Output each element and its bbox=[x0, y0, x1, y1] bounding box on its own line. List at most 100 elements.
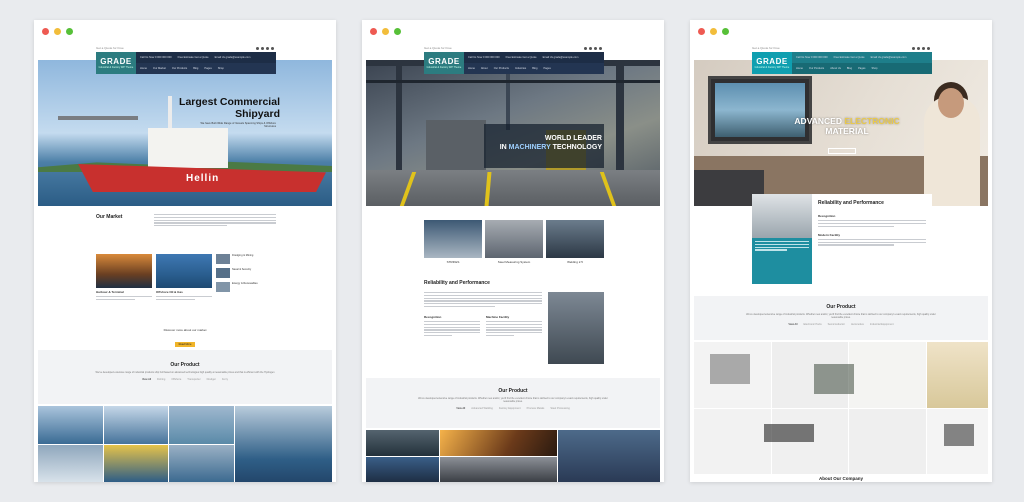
hero-title: WORLD LEADER IN MACHINERY TECHNOLOGY bbox=[499, 135, 602, 151]
market-card[interactable]: Offshore Oil & Gas bbox=[156, 254, 212, 300]
close-dot-icon[interactable] bbox=[370, 28, 377, 35]
social-icons[interactable] bbox=[912, 46, 930, 50]
hero-caption-box: WORLD LEADER IN MACHINERY TECHNOLOGY bbox=[484, 124, 604, 168]
topbar-text: Get a Quote for Free bbox=[96, 46, 124, 50]
ship-name: Hellin bbox=[186, 173, 220, 184]
hero-banner: WORLD LEADER IN MACHINERY TECHNOLOGY bbox=[366, 60, 660, 206]
site-header: GRADE Industrial & Factory WP Theme Call… bbox=[424, 52, 604, 74]
social-icons[interactable] bbox=[256, 46, 274, 50]
nav-item[interactable]: Our Market bbox=[153, 67, 166, 70]
product-title: Our Product bbox=[826, 304, 856, 310]
minimize-dot-icon[interactable] bbox=[382, 28, 389, 35]
main-nav[interactable]: Home Our Products About Us Blog Pages Sh… bbox=[792, 63, 932, 74]
sub-heading: Modern Facility bbox=[818, 232, 841, 237]
col-heading: Machine Facility bbox=[486, 315, 510, 320]
website-preview-marine: Get a Quote for Free Hellin Largest Comm… bbox=[38, 44, 332, 482]
product-title: Our Product bbox=[170, 362, 200, 368]
window-controls bbox=[370, 28, 401, 35]
feature-tile[interactable]: STRIKES bbox=[424, 220, 482, 264]
ship-crane bbox=[58, 116, 138, 120]
browser-window-electronic: Get a Quote for Free ADVANCED ELECTRONIC… bbox=[690, 20, 992, 482]
nav-item[interactable]: About Us bbox=[830, 67, 841, 70]
site-logo[interactable]: GRADE Industrial & Factory WP Theme bbox=[96, 52, 136, 74]
nav-item[interactable]: Our Products bbox=[809, 67, 824, 70]
market-card[interactable]: Harbour & Terminal bbox=[96, 254, 152, 300]
hero-title: Largest Commercial Shipyard bbox=[179, 96, 280, 120]
top-strip: Get a Quote for Free bbox=[38, 44, 332, 52]
product-tabs[interactable]: View All Advanced Welding Factory Equipm… bbox=[366, 407, 660, 410]
nav-item[interactable]: Blog bbox=[847, 67, 852, 70]
main-nav[interactable]: Home About Our Products Industries Blog … bbox=[464, 63, 604, 74]
website-preview-machinery: Get a Quote for Free WORLD LEADER IN MAC… bbox=[366, 44, 660, 482]
ship-superstructure bbox=[148, 128, 228, 168]
product-gallery bbox=[38, 406, 332, 482]
nav-item[interactable]: Our Products bbox=[494, 67, 509, 70]
worker-photo bbox=[548, 292, 604, 364]
top-strip: Get a Quote for Free bbox=[366, 44, 660, 52]
nav-item[interactable]: Blog bbox=[193, 67, 198, 70]
topbar-text: Get a Quote for Free bbox=[424, 46, 452, 50]
site-header: GRADE Industrial & Factory WP Theme Call… bbox=[96, 52, 276, 74]
maximize-dot-icon[interactable] bbox=[722, 28, 729, 35]
product-section: Our Product We've developed extensive ra… bbox=[694, 296, 988, 340]
site-logo[interactable]: GRADE Industrial & Factory WP Theme bbox=[424, 52, 464, 74]
nav-item[interactable]: Blog bbox=[532, 67, 537, 70]
nav-item[interactable]: Our Products bbox=[172, 67, 187, 70]
reliability-title: Reliability and Performance bbox=[424, 280, 490, 286]
product-gallery bbox=[366, 430, 660, 482]
product-desc: We've developed extensive range of indus… bbox=[746, 313, 936, 319]
nav-item[interactable]: Pages bbox=[858, 67, 865, 70]
topbar-text: Get a Quote for Free bbox=[752, 46, 780, 50]
main-nav[interactable]: Home Our Market Our Products Blog Pages … bbox=[136, 63, 276, 74]
hero-banner: ADVANCED ELECTRONIC MATERIAL bbox=[694, 60, 988, 206]
minimize-dot-icon[interactable] bbox=[710, 28, 717, 35]
site-logo[interactable]: GRADE Industrial & Factory WP Theme bbox=[752, 52, 792, 74]
product-desc: We've developed extensive range of indus… bbox=[418, 397, 608, 403]
close-dot-icon[interactable] bbox=[42, 28, 49, 35]
nav-item[interactable]: Industries bbox=[515, 67, 526, 70]
feature-tile[interactable]: Welding 2.5 bbox=[546, 220, 604, 264]
feature-tiles: STRIKES Steel Measuring System Welding 2… bbox=[424, 220, 604, 264]
feature-tile[interactable]: Steel Measuring System bbox=[485, 220, 543, 264]
header-contact-info: Call Us Now 0 000 000 000 Free Estimate … bbox=[468, 56, 579, 59]
nav-item[interactable]: About bbox=[481, 67, 488, 70]
col-heading: Recognition bbox=[424, 315, 442, 320]
reliability-card: Reliability and Performance Recognition … bbox=[752, 194, 932, 284]
site-header: GRADE Industrial & Factory WP Theme Call… bbox=[752, 52, 932, 74]
minimize-dot-icon[interactable] bbox=[54, 28, 61, 35]
nav-item[interactable]: Shop bbox=[871, 67, 877, 70]
nav-item[interactable]: Shop bbox=[218, 67, 224, 70]
top-strip: Get a Quote for Free bbox=[694, 44, 988, 52]
browser-window-marine: Get a Quote for Free Hellin Largest Comm… bbox=[34, 20, 336, 482]
sub-heading: Recognition bbox=[818, 214, 836, 218]
hero-title: ADVANCED ELECTRONIC MATERIAL bbox=[794, 116, 900, 136]
header-contact-info: Call Us Now 0 000 000 000 Free Estimate … bbox=[140, 56, 251, 59]
product-title: Our Product bbox=[498, 388, 528, 394]
maximize-dot-icon[interactable] bbox=[66, 28, 73, 35]
close-dot-icon[interactable] bbox=[698, 28, 705, 35]
product-tabs[interactable]: View All Electronic Parts Semiconductor … bbox=[694, 323, 988, 326]
maximize-dot-icon[interactable] bbox=[394, 28, 401, 35]
product-tabs[interactable]: View All Fishing Offshore Transporter Dr… bbox=[38, 378, 332, 381]
about-title: About Our Company bbox=[819, 476, 863, 481]
reliability-title: Reliability and Performance bbox=[818, 200, 884, 206]
market-title: Our Market bbox=[96, 214, 123, 220]
social-icons[interactable] bbox=[584, 46, 602, 50]
product-desc: We've developed extensive range of indus… bbox=[95, 371, 275, 374]
nav-item[interactable]: Pages bbox=[204, 67, 211, 70]
nav-item[interactable]: Home bbox=[796, 67, 803, 70]
browser-window-machinery: Get a Quote for Free WORLD LEADER IN MAC… bbox=[362, 20, 664, 482]
product-section: Our Product We've developed extensive ra… bbox=[366, 378, 660, 428]
window-controls bbox=[42, 28, 73, 35]
nav-item[interactable]: Pages bbox=[543, 67, 550, 70]
nav-item[interactable]: Home bbox=[468, 67, 475, 70]
discover-block: Discover more about our market Read More bbox=[163, 328, 207, 347]
hero-button[interactable] bbox=[828, 148, 856, 154]
window-controls bbox=[698, 28, 729, 35]
hero-banner: Hellin Largest Commercial Shipyard We ha… bbox=[38, 60, 332, 206]
market-list: Dredging & Mining Naval & Security Energ… bbox=[216, 254, 276, 300]
header-contact-info: Call Us Now 0 000 000 000 Free Estimate … bbox=[796, 56, 907, 59]
hero-subtitle: We have Built Wide Range of Vessels Span… bbox=[200, 122, 276, 128]
discover-button[interactable]: Read More bbox=[174, 342, 196, 347]
nav-item[interactable]: Home bbox=[140, 67, 147, 70]
